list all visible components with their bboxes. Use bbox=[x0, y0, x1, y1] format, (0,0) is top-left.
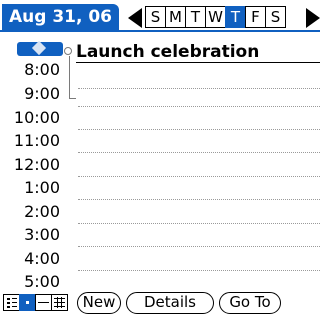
go-to-button[interactable]: Go To bbox=[219, 292, 281, 314]
weekday-tue[interactable]: T bbox=[185, 6, 206, 28]
time-slot-line[interactable] bbox=[78, 176, 320, 177]
week-view-icon[interactable] bbox=[35, 294, 52, 311]
time-label: 12:00 bbox=[13, 155, 60, 174]
time-label: 9:00 bbox=[24, 84, 60, 103]
month-view-icon[interactable] bbox=[51, 294, 68, 311]
time-label: 5:00 bbox=[24, 272, 60, 291]
time-slot-line[interactable] bbox=[78, 246, 320, 247]
diamond-icon bbox=[31, 40, 47, 56]
time-slot-line[interactable] bbox=[78, 199, 320, 200]
next-week-arrow-icon[interactable] bbox=[306, 8, 320, 28]
time-label: 11:00 bbox=[13, 131, 60, 150]
event-title-underline bbox=[76, 62, 320, 63]
event-duration-bracket bbox=[69, 56, 76, 99]
weekday-mon[interactable]: M bbox=[165, 6, 186, 28]
event-handle-icon bbox=[64, 47, 72, 55]
time-slot-line[interactable] bbox=[78, 270, 320, 271]
view-selector bbox=[3, 294, 68, 311]
header-divider bbox=[0, 30, 320, 32]
time-slot-line[interactable] bbox=[78, 88, 320, 89]
time-label: 3:00 bbox=[24, 225, 60, 244]
time-label: 2:00 bbox=[24, 202, 60, 221]
details-button[interactable]: Details bbox=[126, 292, 214, 314]
time-slot-line[interactable] bbox=[78, 152, 320, 153]
previous-week-arrow-icon[interactable] bbox=[128, 8, 142, 28]
date-header: Aug 31, 06 S M T W T F S bbox=[0, 0, 320, 32]
time-label: 4:00 bbox=[24, 249, 60, 268]
weekday-sat[interactable]: S bbox=[265, 6, 286, 28]
time-slot-line[interactable] bbox=[78, 223, 320, 224]
time-label: 10:00 bbox=[13, 108, 60, 127]
weekday-sun[interactable]: S bbox=[145, 6, 166, 28]
time-label: 1:00 bbox=[24, 178, 60, 197]
weekday-selector: S M T W T F S bbox=[145, 6, 286, 28]
event-title[interactable]: Launch celebration bbox=[76, 42, 259, 62]
day-list-view-icon[interactable] bbox=[3, 294, 20, 311]
untimed-event-button[interactable] bbox=[17, 40, 63, 56]
weekday-thu[interactable]: T bbox=[225, 6, 246, 28]
date-title-tab[interactable]: Aug 31, 06 bbox=[2, 4, 119, 31]
weekday-fri[interactable]: F bbox=[245, 6, 266, 28]
weekday-wed[interactable]: W bbox=[205, 6, 226, 28]
time-slot-line[interactable] bbox=[78, 106, 320, 107]
time-label: 8:00 bbox=[24, 60, 60, 79]
new-button[interactable]: New bbox=[77, 292, 121, 314]
day-view-icon[interactable] bbox=[19, 294, 36, 311]
time-slot-line[interactable] bbox=[78, 129, 320, 130]
